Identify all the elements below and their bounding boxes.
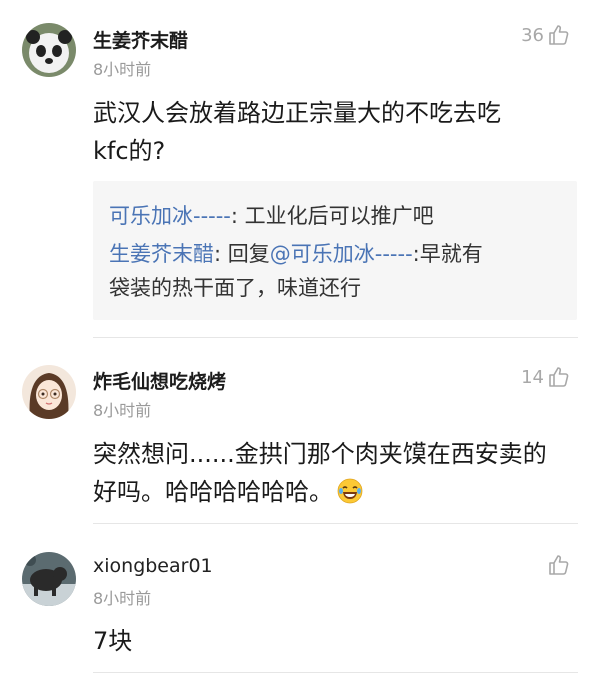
timestamp: 8小时前: [93, 589, 152, 608]
thumbs-up-icon: [549, 25, 569, 45]
avatar[interactable]: [22, 552, 76, 606]
divider: [93, 672, 578, 673]
divider: [93, 523, 578, 524]
username[interactable]: xiongbear01: [93, 555, 213, 577]
comment-text-line: 好吗。哈哈哈哈哈哈。: [93, 473, 583, 515]
reply-text: :早就有: [412, 242, 483, 266]
username[interactable]: 炸毛仙想吃烧烤: [93, 367, 226, 394]
reply-text: 工业化后可以推广吧: [244, 204, 434, 228]
reply-separator: :: [230, 204, 245, 228]
reply-prefix: 回复: [227, 242, 270, 266]
timestamp: 8小时前: [93, 60, 152, 79]
reply-item: 可乐加冰-----: 工业化后可以推广吧: [109, 199, 561, 233]
like-count: 14: [521, 366, 544, 388]
username[interactable]: 生姜芥末醋: [93, 26, 188, 53]
panda-avatar-icon: [22, 23, 76, 77]
like-button[interactable]: [544, 554, 570, 576]
reply-username[interactable]: 可乐加冰-----: [109, 204, 231, 228]
like-count: 36: [521, 24, 544, 46]
avatar[interactable]: [22, 23, 76, 77]
laughing-tears-emoji-icon: [337, 477, 363, 515]
reply-separator: :: [214, 242, 228, 266]
girl-glasses-avatar-icon: [22, 365, 76, 419]
reply-username[interactable]: 生姜芥末醋: [109, 242, 214, 266]
reply-item: 生姜芥末醋: 回复@可乐加冰-----:早就有袋装的热干面了，味道还行: [109, 237, 561, 305]
comment-text: 突然想问......金拱门那个肉夹馍在西安卖的 好吗。哈哈哈哈哈哈。: [93, 435, 583, 515]
bear-photo-avatar-icon: [22, 552, 76, 606]
comment-text-line: kfc的?: [93, 137, 166, 165]
like-button[interactable]: 14: [521, 366, 570, 388]
timestamp: 8小时前: [93, 401, 152, 420]
thumbs-up-icon: [549, 555, 569, 575]
like-button[interactable]: 36: [521, 24, 570, 46]
comment-text-line: 7块: [93, 627, 133, 655]
divider: [93, 337, 578, 338]
comment-text: 武汉人会放着路边正宗量大的不吃去吃 kfc的?: [93, 94, 583, 170]
reply-text: 袋装的热干面了，味道还行: [109, 276, 361, 300]
avatar[interactable]: [22, 365, 76, 419]
comment-text-segment: 好吗。哈哈哈哈哈哈。: [93, 478, 333, 506]
reply-box[interactable]: 可乐加冰-----: 工业化后可以推广吧 生姜芥末醋: 回复@可乐加冰-----…: [93, 181, 577, 320]
comment-text: 7块: [93, 622, 583, 660]
reply-mention[interactable]: @可乐加冰-----: [270, 242, 413, 266]
comment-text-line: 突然想问......金拱门那个肉夹馍在西安卖的: [93, 440, 547, 468]
comment-text-line: 武汉人会放着路边正宗量大的不吃去吃: [93, 99, 501, 127]
thumbs-up-icon: [549, 367, 569, 387]
